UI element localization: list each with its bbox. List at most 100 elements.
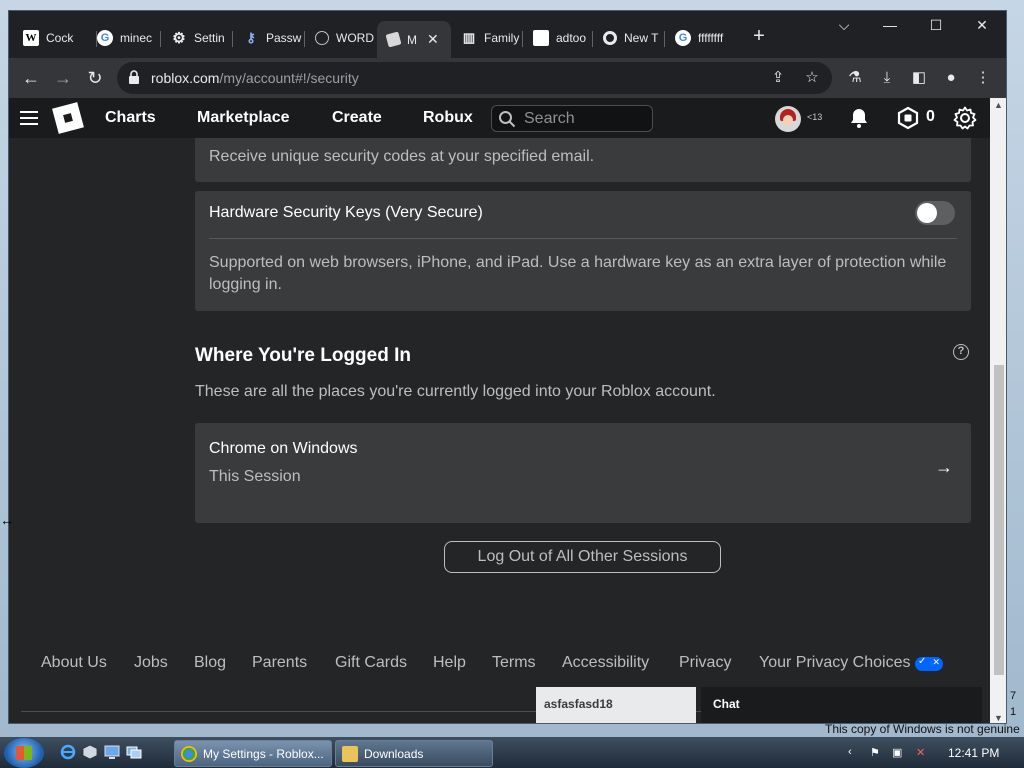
close-window-button[interactable]: ✕	[967, 17, 997, 34]
show-desktop-icon[interactable]	[104, 744, 120, 760]
footer-link-privacy-choices[interactable]: Your Privacy Choices	[759, 654, 910, 672]
search-icon	[499, 111, 516, 128]
share-icon[interactable]: ⇪	[767, 67, 789, 89]
tab-label: New T	[624, 31, 659, 45]
session-note: This Session	[209, 468, 301, 485]
tab-new-tab[interactable]: New T	[593, 23, 665, 53]
footer-link-help[interactable]: Help	[433, 654, 466, 672]
tab-label: minec	[120, 31, 153, 45]
hardware-keys-toggle[interactable]	[915, 201, 955, 225]
tab-label: adtoo	[556, 31, 587, 45]
browser-toolbar: ← → ↻ roblox.com/my/account#!/security ⇪…	[9, 58, 1006, 98]
search-input[interactable]	[524, 109, 644, 129]
blank-page-icon	[533, 30, 549, 46]
maximize-button[interactable]: ☐	[921, 17, 951, 34]
divider	[209, 238, 957, 239]
new-tab-button[interactable]: +	[747, 25, 771, 48]
side-panel-icon[interactable]: ◧	[908, 67, 930, 89]
footer-link-accessibility[interactable]: Accessibility	[562, 654, 649, 672]
internet-explorer-icon[interactable]	[60, 744, 76, 760]
hamburger-menu-icon[interactable]	[20, 111, 38, 125]
roblox-icon	[385, 31, 402, 48]
show-hidden-icons-chevron-icon[interactable]: ‹	[848, 746, 852, 758]
labs-flask-icon[interactable]: ⚗	[844, 67, 866, 89]
hardware-keys-description-line1: Supported on web browsers, iPhone, and i…	[209, 254, 947, 271]
taskbar-downloads-window[interactable]: Downloads	[335, 740, 493, 767]
sessions-description: These are all the places you're currentl…	[195, 383, 716, 400]
tab-adtool[interactable]: adtoo	[523, 23, 593, 53]
hardware-keys-title: Hardware Security Keys (Very Secure)	[209, 204, 483, 221]
taskbar-chrome-window[interactable]: My Settings - Roblox...	[174, 740, 332, 767]
tab-label: WORD	[336, 31, 374, 45]
clock[interactable]: 12:41 PM	[948, 746, 999, 760]
roblox-logo[interactable]	[52, 102, 84, 134]
scroll-up-arrow-icon[interactable]: ▲	[994, 100, 1003, 110]
folder-icon	[342, 745, 358, 762]
notification-bell-icon[interactable]	[847, 106, 871, 130]
footer-link-blog[interactable]: Blog	[194, 654, 226, 672]
chrome-icon	[603, 31, 617, 45]
arrow-right-icon: →	[935, 457, 953, 477]
tab-google-minecraft[interactable]: G minec	[87, 23, 161, 53]
footer-link-gift-cards[interactable]: Gift Cards	[335, 654, 407, 672]
tab-roblox-active[interactable]: M ✕	[377, 21, 451, 58]
help-question-icon[interactable]: ?	[953, 344, 969, 360]
nav-charts[interactable]: Charts	[105, 109, 156, 127]
tab-label: Family	[484, 31, 520, 45]
back-button[interactable]: ←	[19, 66, 43, 90]
chat-bar[interactable]: Chat	[701, 687, 982, 723]
chat-friend-tab[interactable]: asfasfasd18	[536, 687, 696, 723]
close-tab-icon[interactable]: ✕	[427, 31, 439, 48]
tab-google-search[interactable]: G ffffffff	[665, 23, 737, 53]
hardware-keys-card: Hardware Security Keys (Very Secure) Sup…	[195, 191, 971, 311]
logout-all-sessions-button[interactable]: Log Out of All Other Sessions	[444, 541, 721, 573]
search-box[interactable]	[491, 105, 653, 132]
page-scrollbar[interactable]: ▲ ▼	[990, 98, 1006, 723]
tab-word[interactable]: WORD	[305, 23, 375, 53]
tab-label: ffffffff	[698, 31, 724, 45]
nav-marketplace[interactable]: Marketplace	[197, 109, 290, 127]
tab-family[interactable]: ▥ Family	[451, 23, 523, 53]
sessions-heading: Where You're Logged In	[195, 345, 411, 366]
cube-app-icon[interactable]	[82, 744, 98, 760]
profile-icon[interactable]: ●	[940, 67, 962, 89]
tab-passwords[interactable]: ⚷ Passw	[233, 23, 305, 53]
scrollbar-thumb[interactable]	[994, 365, 1004, 675]
page-viewport: Receive unique security codes at your sp…	[9, 98, 990, 723]
chrome-icon	[181, 745, 197, 762]
session-device: Chrome on Windows	[209, 440, 358, 457]
network-icon[interactable]: ▣	[892, 746, 902, 759]
forward-button[interactable]: →	[51, 66, 75, 90]
tab-settings[interactable]: ⚙ Settin	[161, 23, 233, 53]
robux-icon[interactable]	[896, 106, 920, 130]
address-bar[interactable]: roblox.com/my/account#!/security ⇪ ☆	[117, 62, 832, 94]
footer-link-about-us[interactable]: About Us	[41, 654, 107, 672]
tab-search-chevron-icon[interactable]: ⌵	[829, 17, 859, 34]
chat-label: Chat	[713, 697, 740, 711]
tab-label: M	[407, 32, 417, 47]
avatar[interactable]	[775, 106, 801, 132]
minimize-button[interactable]: —	[875, 17, 905, 33]
windows-not-genuine-watermark: This copy of Windows is not genuine	[825, 722, 1020, 736]
menu-kebab-icon[interactable]: ⋮	[972, 67, 994, 89]
tab-wikipedia[interactable]: W Cock	[13, 23, 97, 53]
browser-window: W Cock G minec ⚙ Settin ⚷ Passw WORD M ✕	[8, 10, 1007, 724]
tab-strip: W Cock G minec ⚙ Settin ⚷ Passw WORD M ✕	[9, 11, 1006, 58]
switch-windows-icon[interactable]	[126, 744, 142, 760]
start-button[interactable]	[4, 738, 44, 768]
privacy-choices-icon[interactable]	[915, 656, 943, 671]
nav-robux[interactable]: Robux	[423, 109, 473, 127]
footer-link-privacy[interactable]: Privacy	[679, 654, 731, 672]
footer-link-terms[interactable]: Terms	[492, 654, 536, 672]
session-item[interactable]: Chrome on Windows This Session →	[195, 423, 971, 523]
reload-button[interactable]: ↻	[83, 66, 107, 90]
volume-muted-icon[interactable]: ✕	[916, 746, 925, 759]
settings-gear-icon[interactable]	[953, 106, 977, 130]
google-icon: G	[675, 30, 691, 46]
bookmark-star-icon[interactable]: ☆	[801, 67, 823, 89]
nav-create[interactable]: Create	[332, 109, 382, 127]
footer-link-jobs[interactable]: Jobs	[134, 654, 168, 672]
footer-link-parents[interactable]: Parents	[252, 654, 307, 672]
action-center-flag-icon[interactable]: ⚑	[870, 746, 880, 759]
download-icon[interactable]: ⤓	[876, 67, 898, 89]
